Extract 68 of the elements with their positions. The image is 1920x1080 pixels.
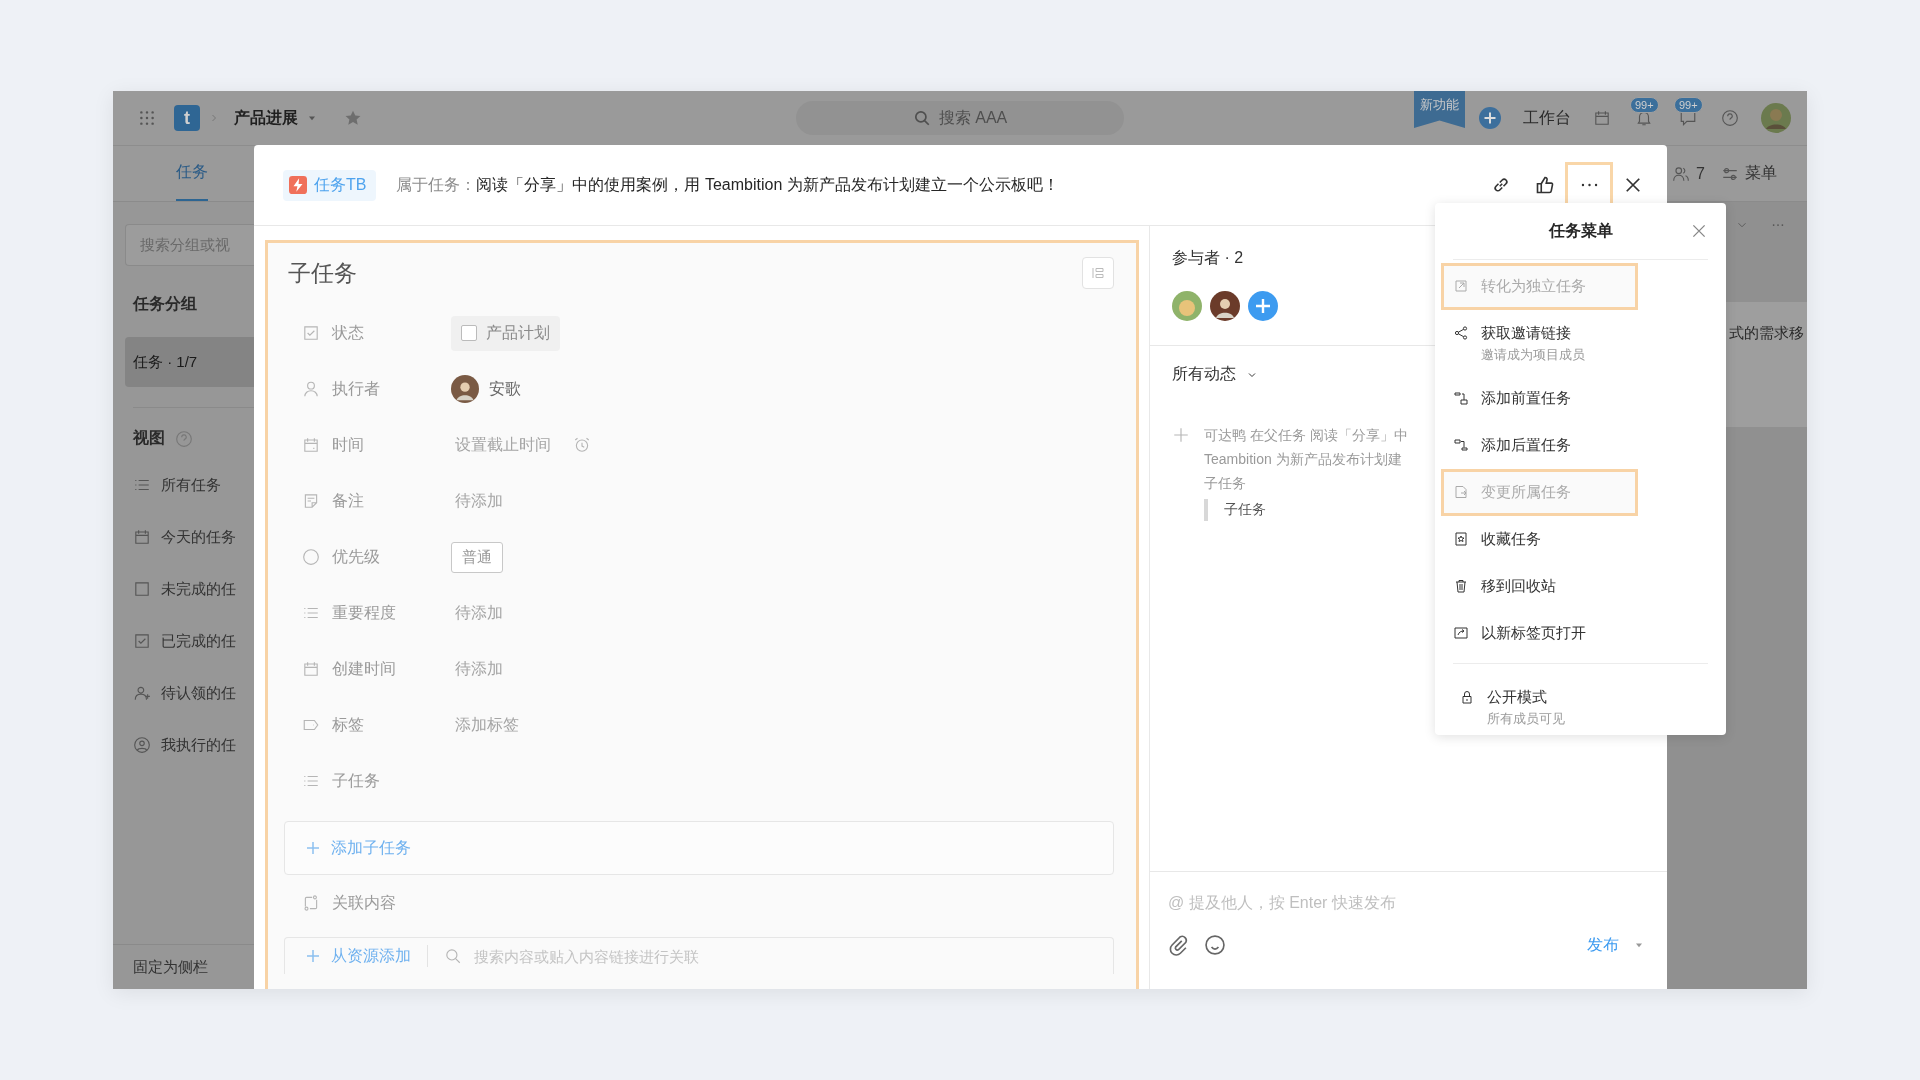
add-subtask-button[interactable]: 添加子任务 [284, 821, 1114, 875]
view-item[interactable]: 今天的任务 [125, 511, 254, 563]
field-label: 执行者 [332, 378, 381, 399]
menu-title: 任务菜单 [1548, 220, 1613, 241]
menu-item[interactable]: 公开模式 所有成员可见 [1447, 674, 1644, 739]
field-label: 关联内容 [332, 892, 397, 913]
menu-item-label: 获取邀请链接 [1481, 323, 1572, 343]
menu-item-label: 公开模式 [1487, 687, 1548, 707]
menu-item-label: 添加前置任务 [1481, 388, 1571, 408]
activity-filter-dropdown[interactable]: 所有动态 [1172, 364, 1258, 385]
member-count[interactable]: 7 [1696, 164, 1705, 183]
quoted-subtask: 子任务 [1204, 499, 1266, 521]
field-placeholder[interactable]: 设置截止时间 [455, 434, 551, 456]
menu-link[interactable]: 菜单 [1745, 163, 1777, 184]
view-item[interactable]: 所有任务 [125, 459, 254, 511]
view-item[interactable]: 已完成的任 [125, 615, 254, 667]
menu-item-label: 转化为独立任务 [1481, 276, 1586, 296]
count-badge: 99+ [1630, 97, 1659, 113]
menu-item[interactable]: 收藏任务 [1441, 516, 1638, 563]
view-item[interactable]: 我执行的任 [125, 719, 254, 771]
field-label: 标签 [332, 714, 365, 735]
menu-item[interactable]: 获取邀请链接 邀请成为项目成员 [1441, 310, 1638, 375]
activity-text: 可达鸭 在父任务 阅读「分享」中 Teambition 为新产品发布计划建 子任务 [1204, 426, 1408, 493]
priority-button[interactable]: 普通 [451, 541, 503, 573]
comment-field[interactable]: @ 提及他人，按 Enter 快速发布 [1168, 894, 1568, 912]
field-placeholder[interactable]: 待添加 [455, 658, 503, 680]
participants-title: 参与者 · 2 [1172, 248, 1245, 268]
field-placeholder[interactable]: 添加标签 [455, 714, 519, 736]
menu-item[interactable]: 添加前置任务 [1441, 375, 1638, 422]
task-card-text: 式的需求移 [1729, 324, 1804, 341]
view-item[interactable]: 待认领的任 [125, 667, 254, 719]
app-logo[interactable]: t [174, 105, 200, 131]
field-placeholder[interactable]: 待添加 [455, 602, 503, 624]
new-feature-ribbon[interactable]: 新功能 [1414, 91, 1465, 128]
count-badge: 99+ [1674, 97, 1703, 113]
section-title: 任务分组 [133, 294, 198, 314]
panel-title: 子任务 [287, 258, 357, 288]
menu-item[interactable]: 移到回收站 [1441, 563, 1638, 610]
task-type-tag[interactable]: 任务TB [283, 169, 377, 201]
field-label: 时间 [332, 434, 365, 455]
field-label: 重要程度 [332, 602, 397, 623]
view-item[interactable]: 未完成的任 [125, 563, 254, 615]
field-label: 创建时间 [332, 658, 397, 679]
field-label: 子任务 [332, 770, 381, 791]
workbench-link[interactable]: 工作台 [1523, 107, 1571, 129]
search-field[interactable]: 搜索 AAA [796, 101, 1124, 135]
add-from-resource-button[interactable]: 从资源添加 [305, 945, 411, 967]
menu-item-label: 添加后置任务 [1481, 435, 1571, 455]
menu-item[interactable]: 以新标签页打开 [1441, 610, 1638, 657]
group-item[interactable]: 任务 · 1/7 [125, 337, 254, 387]
menu-item-description: 所有成员可见 [1487, 710, 1565, 728]
field-label: 备注 [332, 490, 365, 511]
menu-item-label: 以新标签页打开 [1481, 623, 1586, 643]
project-name[interactable]: 产品进展 [234, 107, 298, 129]
section-title: 视图 [133, 428, 165, 448]
menu-item-label: 收藏任务 [1481, 529, 1541, 549]
field-placeholder[interactable]: 待添加 [455, 490, 503, 512]
menu-item-label: 移到回收站 [1481, 576, 1556, 596]
search-placeholder: 搜索 AAA [938, 107, 1008, 128]
assignee-name[interactable]: 安歌 [489, 378, 521, 400]
menu-item-description: 邀请成为项目成员 [1481, 346, 1585, 364]
field-label: 状态 [332, 322, 365, 343]
parent-task-text: 属于任务：阅读「分享」中的使用案例，用 Teambition 为新产品发布计划建立一个公示板吧！ [396, 174, 1059, 195]
publish-button[interactable]: 发布 [1587, 934, 1619, 956]
field-label: 优先级 [332, 546, 381, 567]
menu-item[interactable]: 添加后置任务 [1441, 422, 1638, 469]
status-chip[interactable]: 产品计划 [451, 315, 560, 351]
menu-item-label: 变更所属任务 [1481, 482, 1571, 502]
